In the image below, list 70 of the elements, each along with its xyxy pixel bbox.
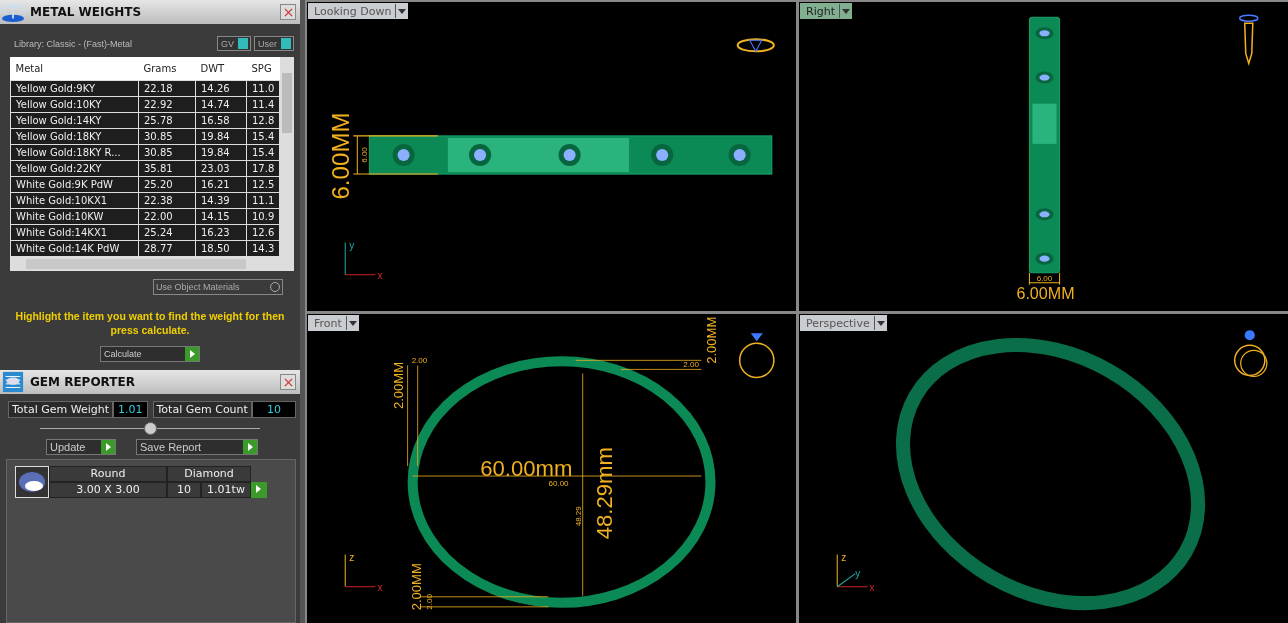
panel-title: METAL WEIGHTS xyxy=(30,5,143,19)
gem-type: Diamond xyxy=(167,466,251,482)
calculate-button[interactable]: Calculate xyxy=(100,346,200,362)
close-button[interactable] xyxy=(280,4,296,20)
ring-orientation-icon xyxy=(1238,14,1259,67)
axis-indicator xyxy=(836,554,868,588)
splitter-handle[interactable] xyxy=(143,422,157,435)
dimension-label: 60.00 xyxy=(548,479,569,489)
instruction-text: Highlight the item you want to find the weight for then press calculate. xyxy=(14,309,286,337)
close-icon xyxy=(283,377,293,387)
axis-indicator xyxy=(344,554,376,588)
viewport-tab[interactable]: Front xyxy=(308,315,359,331)
dimension-line xyxy=(1028,272,1061,286)
toggle-button[interactable]: User xyxy=(254,36,294,51)
table-cell: Yellow Gold:9KY xyxy=(10,80,139,97)
dimension-label: 2.00 xyxy=(424,594,434,610)
dimension-label: 2.00 xyxy=(411,356,428,366)
total-count-label: Total Gem Count xyxy=(152,401,252,418)
ring-orientation-icon xyxy=(1233,330,1268,378)
axis-indicator xyxy=(344,242,376,276)
gem-thumbnail xyxy=(15,466,49,498)
ring-orientation-icon xyxy=(738,333,775,379)
report-icon xyxy=(0,371,26,393)
viewport-tab[interactable]: Right xyxy=(800,3,852,19)
axis-label: x xyxy=(377,581,383,593)
viewport-tab[interactable]: Perspective xyxy=(800,315,887,331)
dimension-label: 2.00MM xyxy=(703,316,719,364)
viewport[interactable]: Perspective z y x xyxy=(799,314,1288,623)
toggle-button[interactable]: GV xyxy=(216,36,251,51)
total-weight-label: Total Gem Weight xyxy=(8,401,113,418)
close-button[interactable] xyxy=(280,374,296,390)
axis-label: y xyxy=(855,567,861,579)
dimension-label: 6.00 xyxy=(360,147,370,163)
table-cell: 22.18 xyxy=(138,80,196,97)
viewport[interactable]: Right 6.00 6.00MM xyxy=(799,2,1288,311)
gem-details-button[interactable] xyxy=(251,482,267,498)
dimension-label: 2.00MM xyxy=(408,563,424,611)
horizontal-scrollbar[interactable] xyxy=(10,257,294,271)
update-button[interactable]: Update xyxy=(46,439,116,455)
dimension-label: 6.00MM xyxy=(327,112,355,200)
total-count-value: 10 xyxy=(251,401,296,418)
scale-icon xyxy=(0,1,26,23)
axis-label: x xyxy=(377,269,383,281)
viewport-tab[interactable]: Looking Down xyxy=(308,3,409,19)
table-cell: 14.26 xyxy=(195,80,247,97)
ring-orientation-icon xyxy=(736,38,775,53)
use-object-materials-toggle[interactable]: Use Object Materials xyxy=(153,279,283,295)
viewport[interactable]: Looking Down 6.00MM 6.00 y x xyxy=(307,2,796,311)
close-icon xyxy=(283,7,293,17)
dimension-label: 6.00 xyxy=(1036,273,1053,283)
dimension-label: 60.00mm xyxy=(480,456,573,482)
dimension-label: 2.00 xyxy=(683,360,699,370)
vertical-scrollbar[interactable] xyxy=(280,57,294,257)
total-weight-value: 1.01 xyxy=(113,401,148,418)
gem-size: 3.00 X 3.00 xyxy=(49,482,167,498)
gem-shape: Round xyxy=(49,466,167,482)
gem-count: 10 xyxy=(167,482,201,498)
dimension-label: 48.29 xyxy=(573,506,583,527)
axis-label: z xyxy=(349,551,355,563)
panel-title: GEM REPORTER xyxy=(30,375,136,389)
save-report-button[interactable]: Save Report xyxy=(136,439,258,455)
axis-label: y xyxy=(349,239,355,251)
dimension-label: 2.00MM xyxy=(390,361,406,410)
axis-label: z xyxy=(841,551,847,563)
axis-label: x xyxy=(869,581,875,593)
table-cell: 11.0 xyxy=(246,80,280,97)
gem-weight: 1.01tw xyxy=(201,482,251,498)
dimension-label: 48.29mm xyxy=(591,447,617,540)
dimension-label: 6.00MM xyxy=(1016,283,1075,302)
library-label: Library: Classic - (Fast)-Metal xyxy=(14,38,132,49)
